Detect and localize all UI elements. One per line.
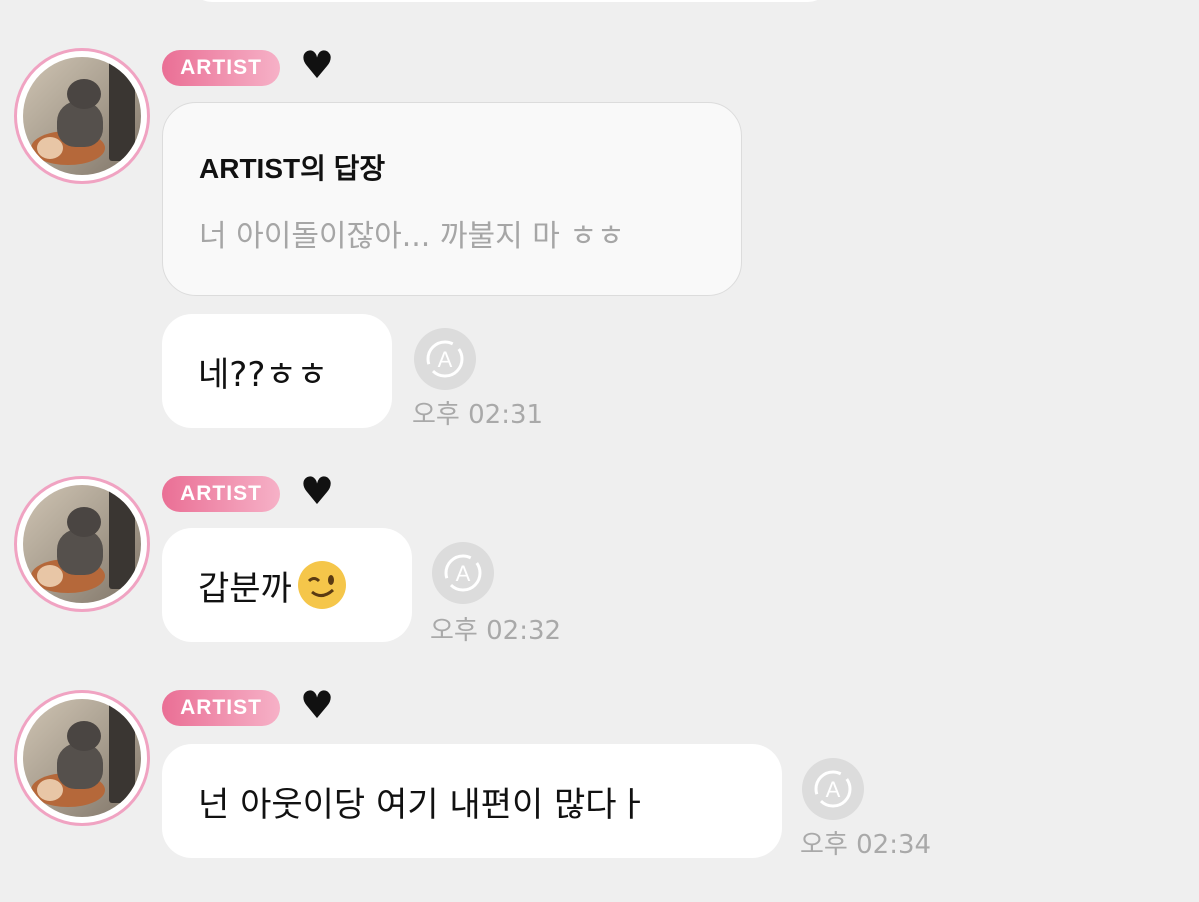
message-time: 오후 02:34 — [800, 830, 932, 860]
message-text: 갑분까 — [198, 568, 292, 609]
artist-badge: ARTIST — [162, 476, 280, 512]
message-bubble[interactable]: 갑분까 — [162, 528, 412, 642]
message-time: 오후 02:32 — [430, 616, 562, 646]
reply-quoted-text: 너 아이돌이잖아... 까불지 마 ㅎㅎ — [199, 219, 625, 254]
svg-text:A: A — [438, 347, 453, 372]
black-heart-icon: ♥ — [300, 683, 335, 727]
message-bubble[interactable]: 넌 아웃이당 여기 내편이 많다ㅏ — [162, 744, 782, 858]
reply-title: ARTIST의 답장 — [199, 153, 386, 184]
monkey-avatar-image — [23, 485, 141, 603]
monkey-avatar-image — [23, 57, 141, 175]
previous-message-bubble — [190, 0, 830, 2]
reply-quote-card[interactable]: ARTIST의 답장 너 아이돌이잖아... 까불지 마 ㅎㅎ — [162, 102, 742, 296]
translate-a-icon[interactable]: A — [802, 758, 864, 820]
artist-avatar[interactable] — [14, 48, 150, 184]
svg-text:A: A — [456, 561, 471, 586]
black-heart-icon: ♥ — [300, 469, 335, 513]
artist-avatar[interactable] — [14, 476, 150, 612]
black-heart-icon: ♥ — [300, 43, 335, 87]
message-text: 넌 아웃이당 여기 내편이 많다ㅏ — [198, 784, 648, 825]
message-time: 오후 02:31 — [412, 400, 544, 430]
artist-avatar[interactable] — [14, 690, 150, 826]
message-bubble[interactable]: 네??ㅎㅎ — [162, 314, 392, 428]
message-text: 네??ㅎㅎ — [198, 354, 328, 395]
translate-a-icon[interactable]: A — [432, 542, 494, 604]
artist-badge: ARTIST — [162, 690, 280, 726]
artist-badge: ARTIST — [162, 50, 280, 86]
svg-text:A: A — [826, 777, 841, 802]
monkey-avatar-image — [23, 699, 141, 817]
translate-a-icon[interactable]: A — [414, 328, 476, 390]
winking-face-emoji — [297, 561, 346, 609]
